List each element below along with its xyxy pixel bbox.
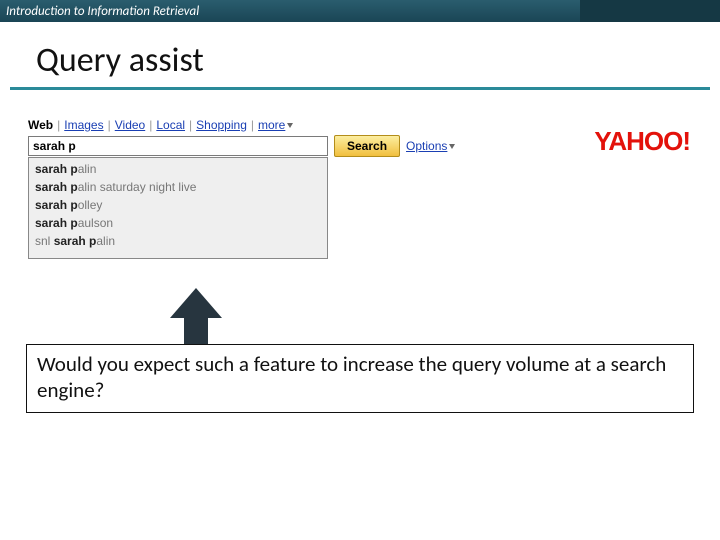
tab-sep: | xyxy=(149,118,152,132)
tab-sep: | xyxy=(108,118,111,132)
search-input[interactable] xyxy=(28,136,328,156)
arrow-stem xyxy=(184,317,208,345)
chevron-down-icon xyxy=(287,123,293,128)
course-title: Introduction to Information Retrieval xyxy=(0,4,199,19)
tab-shopping[interactable]: Shopping xyxy=(196,118,247,132)
suggestion-item[interactable]: sarah polley xyxy=(29,196,327,214)
arrow-up-icon xyxy=(170,288,222,318)
yahoo-logo: YAHOO! xyxy=(594,126,690,157)
tab-video[interactable]: Video xyxy=(115,118,145,132)
search-row: Search Options xyxy=(28,135,455,157)
search-button[interactable]: Search xyxy=(334,135,400,157)
suggestions-dropdown: sarah palin sarah palin saturday night l… xyxy=(28,157,328,259)
title-underline xyxy=(10,87,710,90)
tab-sep: | xyxy=(251,118,254,132)
search-ui: Web | Images | Video | Local | Shopping … xyxy=(28,118,455,259)
header-accent xyxy=(580,0,720,22)
suggestion-item[interactable]: sarah paulson xyxy=(29,214,327,232)
suggestion-item[interactable]: sarah palin xyxy=(29,160,327,178)
options-link[interactable]: Options xyxy=(406,139,455,153)
slide-title: Query assist xyxy=(36,40,720,85)
question-box: Would you expect such a feature to incre… xyxy=(26,344,694,413)
chevron-down-icon xyxy=(449,144,455,149)
tab-local[interactable]: Local xyxy=(156,118,185,132)
search-tabs: Web | Images | Video | Local | Shopping … xyxy=(28,118,455,132)
tab-web[interactable]: Web xyxy=(28,118,53,132)
slide-header: Introduction to Information Retrieval xyxy=(0,0,720,22)
suggestion-item[interactable]: snl sarah palin xyxy=(29,232,327,250)
tab-more[interactable]: more xyxy=(258,118,293,132)
tab-sep: | xyxy=(189,118,192,132)
suggestion-item[interactable]: sarah palin saturday night live xyxy=(29,178,327,196)
tab-sep: | xyxy=(57,118,60,132)
tab-images[interactable]: Images xyxy=(64,118,103,132)
